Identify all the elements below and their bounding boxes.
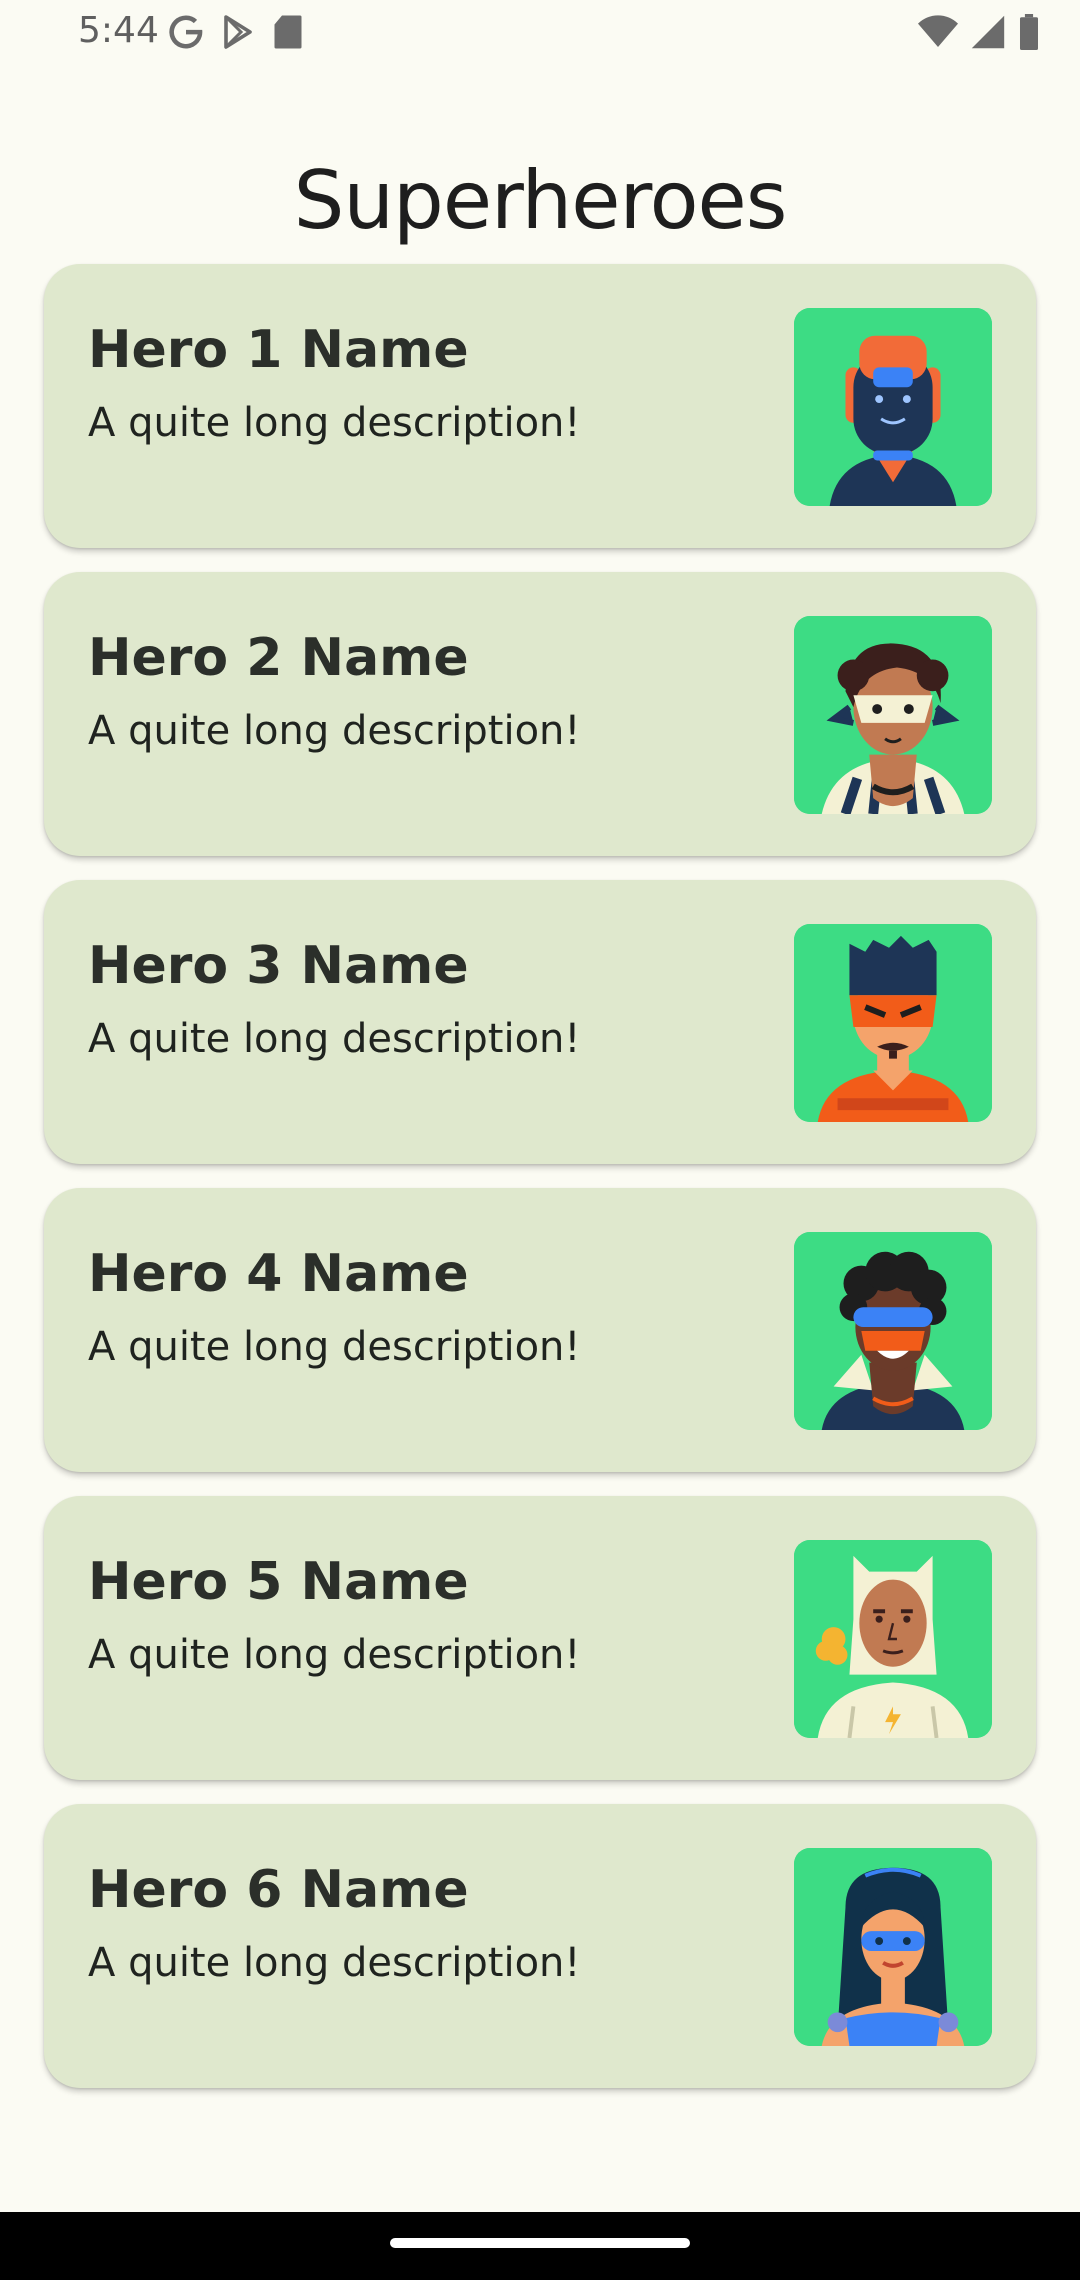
hero-name: Hero 6 Name	[88, 1860, 469, 1920]
sd-card-icon	[274, 15, 302, 49]
hero-description: A quite long description!	[88, 1324, 581, 1370]
wifi-icon	[918, 15, 958, 47]
hero-name: Hero 5 Name	[88, 1552, 469, 1612]
hero-name: Hero 2 Name	[88, 628, 469, 688]
hero-name: Hero 3 Name	[88, 936, 469, 996]
hero-1-avatar	[794, 308, 992, 506]
status-system-icons	[918, 14, 1040, 50]
status-time: 5:44	[78, 10, 159, 51]
hero-description: A quite long description!	[88, 1016, 581, 1062]
hero-list[interactable]: Hero 1 Name A quite long description! He…	[44, 264, 1036, 2112]
hero-6-avatar	[794, 1848, 992, 2046]
app-title: Superheroes	[293, 153, 788, 247]
status-bar: 5:44	[0, 0, 1080, 70]
hero-name: Hero 1 Name	[88, 320, 469, 380]
hero-3-avatar	[794, 924, 992, 1122]
hero-5-avatar	[794, 1540, 992, 1738]
hero-description: A quite long description!	[88, 1940, 581, 1986]
play-store-icon	[224, 15, 252, 49]
hero-card[interactable]: Hero 5 Name A quite long description!	[44, 1496, 1036, 1780]
hero-card[interactable]: Hero 6 Name A quite long description!	[44, 1804, 1036, 2088]
hero-card[interactable]: Hero 2 Name A quite long description!	[44, 572, 1036, 856]
status-notification-icons	[168, 14, 304, 50]
battery-icon	[1020, 14, 1038, 50]
hero-description: A quite long description!	[88, 708, 581, 754]
hero-2-avatar	[794, 616, 992, 814]
hero-description: A quite long description!	[88, 400, 581, 446]
google-icon	[169, 15, 203, 49]
hero-card[interactable]: Hero 1 Name A quite long description!	[44, 264, 1036, 548]
hero-name: Hero 4 Name	[88, 1244, 469, 1304]
home-gesture-handle[interactable]	[390, 2238, 690, 2248]
hero-4-avatar	[794, 1232, 992, 1430]
hero-description: A quite long description!	[88, 1632, 581, 1678]
signal-icon	[971, 15, 1005, 49]
navigation-bar	[0, 2212, 1080, 2280]
hero-card[interactable]: Hero 3 Name A quite long description!	[44, 880, 1036, 1164]
hero-card[interactable]: Hero 4 Name A quite long description!	[44, 1188, 1036, 1472]
